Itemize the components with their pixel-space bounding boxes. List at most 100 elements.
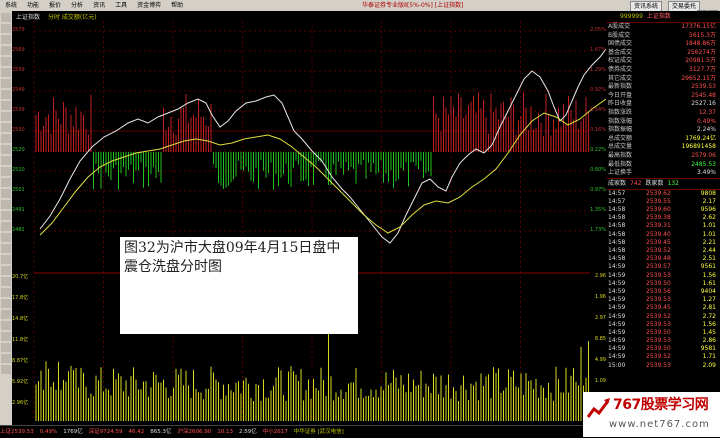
breadth-tabs: 成家数 742 跌家数 132	[606, 177, 720, 190]
stat-label: 国债成交	[608, 40, 633, 48]
y-tick-label: 2491	[12, 207, 25, 213]
index-code: 999999	[620, 13, 643, 20]
caption-text: 图32为沪市大盘09年4月15日盘中震仓洗盘分时图	[124, 240, 341, 275]
tool-icon[interactable]	[1, 112, 11, 121]
stat-value: 17376.15亿	[681, 23, 716, 30]
tool-icon[interactable]	[1, 255, 11, 264]
tick-time: 14:59	[608, 304, 626, 312]
tool-icon[interactable]	[1, 244, 11, 253]
y-tick-label: 2520	[12, 147, 25, 153]
tool-icon[interactable]	[1, 222, 11, 231]
tool-icon[interactable]	[1, 167, 11, 176]
menu-item-tools[interactable]: 工具	[110, 0, 132, 11]
y-tick-label: 2549	[12, 87, 25, 93]
tool-icon[interactable]	[1, 354, 11, 363]
tick-row: 14:59 2539.50 1.61	[606, 280, 720, 288]
tick-price: 2539.52	[646, 247, 671, 254]
tick-price: 2539.50	[646, 345, 671, 353]
tool-icon[interactable]	[1, 79, 11, 88]
tool-icon[interactable]	[1, 35, 11, 44]
stat-row: 最新指数 2539.53	[606, 83, 720, 92]
menu-item-function[interactable]: 功能	[22, 0, 44, 11]
index-name: 上证指数	[646, 13, 671, 20]
menu-item-system[interactable]: 系统	[0, 0, 22, 11]
tick-time: 14:59	[608, 328, 626, 336]
tick-row: 14:58 2539.52 2.44	[606, 247, 720, 255]
tick-volume: 2.86	[702, 337, 716, 345]
menu-item-news[interactable]: 资讯	[88, 0, 110, 11]
tool-icon[interactable]	[1, 90, 11, 99]
stat-label: 最低指数	[608, 160, 633, 168]
tab-down-count-label[interactable]: 跌家数	[645, 180, 663, 187]
tab-up-count-label[interactable]: 成家数	[608, 180, 626, 187]
tick-row: 14:59 2539.52 2.72	[606, 313, 720, 321]
tool-icon[interactable]	[1, 178, 11, 187]
tick-volume: 1.56	[702, 271, 716, 279]
stat-label: 最新指数	[608, 83, 633, 91]
tick-time: 14:59	[608, 320, 626, 328]
tick-time: 14:57	[608, 189, 626, 197]
status-item: 中小2617	[262, 429, 288, 435]
tool-icon[interactable]	[1, 46, 11, 55]
stat-row: 上证换手 3.49%	[606, 169, 720, 178]
status-item: 0.49%	[39, 429, 58, 435]
tool-icon[interactable]	[1, 156, 11, 165]
tick-volume: 9808	[700, 189, 716, 197]
stat-value: 2539.53	[691, 83, 716, 91]
tick-time: 14:59	[608, 271, 626, 279]
menu-item-quote[interactable]: 报价	[44, 0, 66, 11]
stat-label: A股成交	[608, 23, 631, 30]
tool-icon[interactable]	[1, 266, 11, 275]
tick-price: 2539.60	[646, 206, 671, 214]
tick-volume: 1.61	[702, 279, 716, 287]
tool-icon[interactable]	[1, 200, 11, 209]
tick-volume: 1.27	[702, 296, 716, 304]
tick-row: 14:59 2539.53 1.56	[606, 321, 720, 329]
tool-icon[interactable]	[1, 189, 11, 198]
tool-icon[interactable]	[1, 68, 11, 77]
pct-tick-label: 1.29%	[590, 67, 606, 73]
tool-icon[interactable]	[1, 343, 11, 352]
y-tick-label: 2579	[12, 27, 25, 33]
tick-volume: 1.01	[702, 222, 716, 230]
tool-icon[interactable]	[1, 123, 11, 132]
tick-row: 14:59 2539.53 1.56	[606, 272, 720, 280]
tool-icon[interactable]	[1, 321, 11, 330]
stat-value: 12.37	[698, 108, 716, 116]
tick-time: 14:57	[608, 197, 626, 205]
tick-volume: 2.21	[702, 238, 716, 246]
tick-price: 2539.31	[646, 222, 671, 230]
stat-label: 指数振幅	[608, 126, 633, 134]
status-item: 1769亿	[63, 429, 83, 435]
tool-icon[interactable]	[1, 365, 11, 374]
tool-icon[interactable]	[1, 299, 11, 308]
tool-icon[interactable]	[1, 101, 11, 110]
tick-row: 14:59 2539.50 1.45	[606, 329, 720, 337]
tool-icon[interactable]	[1, 332, 11, 341]
tick-row: 15:00 2539.53 2.09	[606, 362, 720, 370]
tick-list[interactable]: 14:57 2539.62 9808 14:57 2539.55 2.17 14:58 253…	[606, 190, 720, 370]
pct-tick-label: 0.16%	[590, 127, 606, 133]
tool-icon[interactable]	[1, 145, 11, 154]
stat-row: 总成交量 196891458	[606, 143, 720, 152]
tick-price: 2539.62	[646, 189, 671, 197]
tool-icon[interactable]	[1, 24, 11, 33]
tool-icon[interactable]	[1, 310, 11, 319]
tool-icon[interactable]	[1, 288, 11, 297]
tool-icon[interactable]	[1, 233, 11, 242]
tool-icon[interactable]	[1, 134, 11, 143]
status-item: 10.13	[217, 429, 233, 435]
tick-time: 14:59	[608, 312, 626, 320]
tool-icon[interactable]	[1, 211, 11, 220]
tick-price: 2539.53	[646, 361, 671, 369]
menu-item-help[interactable]: 帮助	[166, 0, 188, 11]
tool-icon[interactable]	[1, 13, 11, 22]
tool-icon[interactable]	[1, 57, 11, 66]
tick-volume: 9596	[700, 206, 716, 214]
chart-canvas	[33, 21, 606, 421]
tool-icon[interactable]	[1, 277, 11, 286]
menu-item-analysis[interactable]: 分析	[66, 0, 88, 11]
intraday-chart[interactable]: 上证指数 分时 成交额(亿元) 2579 2569 2559 2549 2539 2530 2…	[12, 11, 606, 425]
menu-item-capital[interactable]: 资金博弈	[132, 0, 166, 11]
pct-tick-label: 0.92%	[590, 87, 606, 93]
